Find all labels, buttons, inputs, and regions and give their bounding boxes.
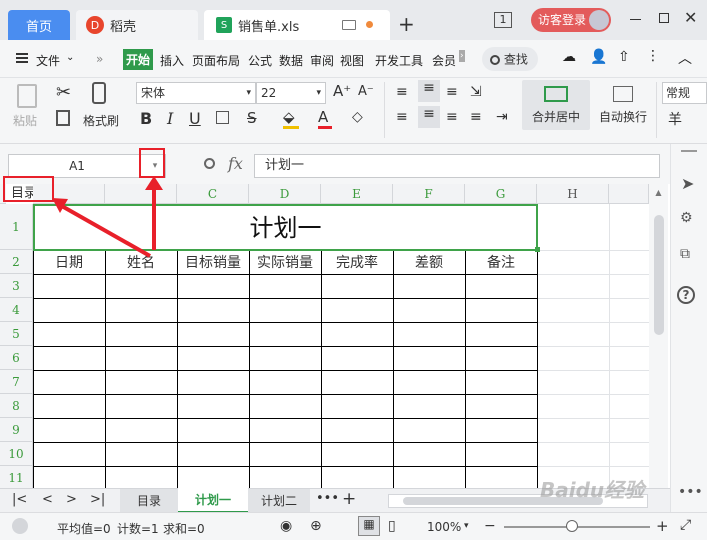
add-sheet-icon[interactable]: + — [342, 489, 356, 509]
annotation-arrows — [52, 176, 163, 258]
globe-icon[interactable]: ⊕ — [310, 518, 322, 534]
status-sum: 求和=0 — [163, 522, 205, 536]
sheet-tab-plan1[interactable]: 计划一 — [178, 488, 248, 513]
fullscreen-icon[interactable]: ⤢ — [680, 517, 691, 533]
properties-icon[interactable]: ⚙ — [680, 210, 693, 226]
status-bar: 平均值=0 计数=1 求和=0 ◉ ⊕ ▦ ▯ 100% ▾ − + ⤢ — [0, 512, 707, 540]
help-icon[interactable]: ? — [677, 286, 695, 304]
status-count: 计数=1 — [117, 522, 159, 536]
status-average: 平均值=0 — [57, 522, 111, 536]
zoom-out-icon[interactable]: − — [484, 518, 496, 534]
more-options-icon[interactable]: ••• — [678, 484, 703, 500]
cursor-select-icon[interactable]: ➤ — [681, 174, 694, 193]
zoom-in-icon[interactable]: + — [656, 517, 669, 535]
layers-icon[interactable]: ⧉ — [680, 246, 690, 262]
sheet-tab-plan2[interactable]: 计划二 — [248, 489, 310, 513]
collapse-panel-icon[interactable] — [681, 150, 697, 152]
prev-sheet-icon[interactable]: < — [42, 492, 53, 507]
first-sheet-icon[interactable]: |< — [12, 492, 27, 507]
sheet-tab-directory[interactable]: 目录 — [120, 489, 178, 513]
right-side-panel: ➤ ⚙ ⧉ ? ••• — [670, 144, 707, 512]
zoom-slider-handle[interactable] — [566, 520, 578, 532]
status-ok-icon — [12, 518, 28, 534]
page-view-icon[interactable]: ▯ — [388, 518, 396, 534]
baidu-watermark: Baidu经验 — [540, 478, 645, 502]
more-sheets-icon[interactable]: ••• — [316, 491, 339, 506]
normal-view-icon[interactable]: ▦ — [358, 516, 380, 536]
zoom-slider[interactable] — [504, 520, 650, 532]
zoom-level[interactable]: 100% — [427, 520, 461, 534]
next-sheet-icon[interactable]: > — [66, 492, 77, 507]
eye-protection-icon[interactable]: ◉ — [280, 518, 292, 534]
zoom-dropdown-icon[interactable]: ▾ — [464, 521, 469, 531]
last-sheet-icon[interactable]: >| — [90, 492, 105, 507]
